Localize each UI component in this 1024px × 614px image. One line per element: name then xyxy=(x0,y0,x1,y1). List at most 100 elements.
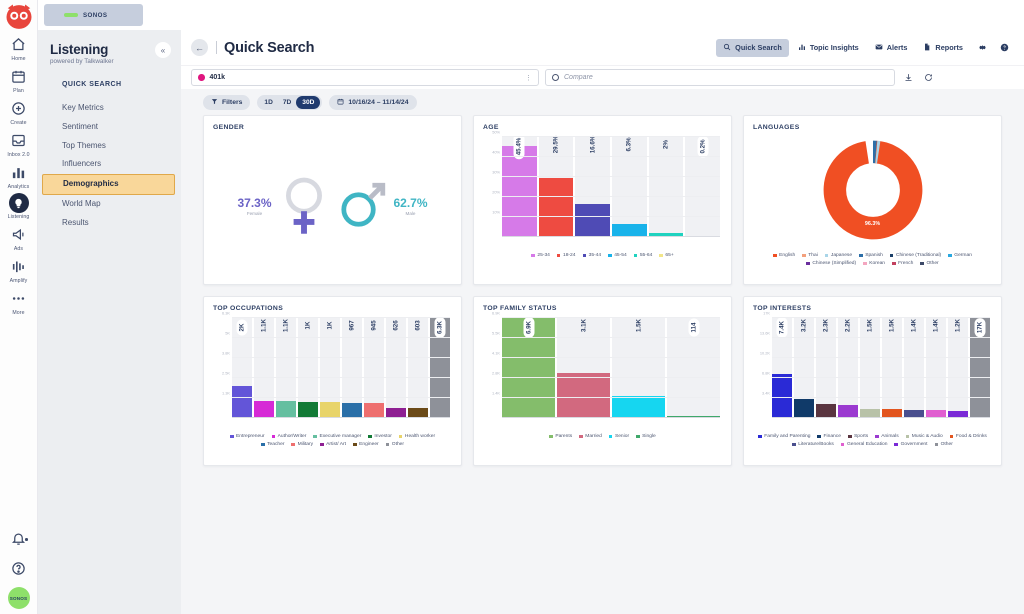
legend-item[interactable]: Senior xyxy=(609,434,629,439)
bar-column[interactable]: 1.5K xyxy=(860,318,880,418)
legend-item[interactable]: Family and Parenting xyxy=(758,434,810,439)
bar-column[interactable]: 6.3K xyxy=(430,318,450,418)
legend-item[interactable]: Music & Audio xyxy=(906,434,943,439)
bar-column[interactable]: 967 xyxy=(342,318,362,418)
rail-item-ads[interactable]: Ads xyxy=(0,223,38,252)
bar-column[interactable]: 1K xyxy=(320,318,340,418)
legend-item[interactable]: Japanese xyxy=(825,253,852,258)
range-30d[interactable]: 30D xyxy=(296,96,320,109)
bar-column[interactable]: 1.1K xyxy=(254,318,274,418)
legend-item[interactable]: 65+ xyxy=(659,253,673,258)
bar-column[interactable]: 45.4% xyxy=(502,137,537,237)
bar-column[interactable]: 1.4K xyxy=(904,318,924,418)
rail-item-listening[interactable]: Listening xyxy=(0,193,38,220)
legend-item[interactable]: Chinese (Simplified) xyxy=(806,261,856,266)
legend-item[interactable]: Entrepreneur xyxy=(230,434,265,439)
bar-column[interactable]: 1K xyxy=(298,318,318,418)
filters-button[interactable]: Filters xyxy=(203,95,250,110)
bar-column[interactable]: 1.4K xyxy=(926,318,946,418)
bar-column[interactable]: 0.2% xyxy=(685,137,720,237)
legend-item[interactable]: 18-24 xyxy=(557,253,576,258)
legend-item[interactable]: Literature/Books xyxy=(792,442,834,447)
legend-item[interactable]: German xyxy=(948,253,972,258)
sidebar-item-world-map[interactable]: World Map xyxy=(38,195,181,214)
rail-item-more[interactable]: More xyxy=(0,287,38,316)
bar-column[interactable]: 114 xyxy=(667,318,720,418)
legend-item[interactable]: Teacher xyxy=(261,442,285,447)
bar-column[interactable]: 3.1K xyxy=(557,318,610,418)
legend-item[interactable]: Food & Drinks xyxy=(950,434,987,439)
rail-item-amplify[interactable]: Amplify xyxy=(0,255,38,284)
bar-column[interactable]: 626 xyxy=(386,318,406,418)
rail-item-analytics[interactable]: Analytics xyxy=(0,161,38,190)
legend-item[interactable]: French xyxy=(892,261,913,266)
rail-item-plan[interactable]: Plan xyxy=(0,65,38,94)
rail-item-create[interactable]: Create xyxy=(0,97,38,126)
legend-item[interactable]: Sports xyxy=(848,434,868,439)
legend-item[interactable]: Engineer xyxy=(353,442,379,447)
sidebar-item-sentiment[interactable]: Sentiment xyxy=(38,118,181,137)
legend-item[interactable]: Other xyxy=(386,442,404,447)
compare-input[interactable]: Compare xyxy=(545,69,895,86)
bar-column[interactable]: 2.2K xyxy=(838,318,858,418)
legend-item[interactable]: Health worker xyxy=(399,434,435,439)
back-button[interactable]: ← xyxy=(191,39,208,56)
range-7d[interactable]: 7D xyxy=(278,95,296,110)
legend-item[interactable]: Artist/ Art xyxy=(320,442,346,447)
legend-item[interactable]: General Education xyxy=(841,442,888,447)
tab-topic-insights[interactable]: Topic Insights xyxy=(791,39,866,57)
bar-column[interactable]: 3.2K xyxy=(794,318,814,418)
search-input[interactable]: 401k ⋮ xyxy=(191,69,539,86)
sidebar-item-key-metrics[interactable]: Key Metrics xyxy=(38,99,181,118)
gear-icon[interactable] xyxy=(972,38,992,58)
bar-column[interactable]: 1.5K xyxy=(882,318,902,418)
sidebar-item-results[interactable]: Results xyxy=(38,214,181,233)
bell-icon[interactable] xyxy=(8,527,30,549)
legend-item[interactable]: 35-44 xyxy=(583,253,602,258)
legend-item[interactable]: Parents xyxy=(549,434,572,439)
workspace-tab-sonos[interactable]: SONOS xyxy=(44,4,143,26)
legend-item[interactable]: Executive manager xyxy=(313,434,361,439)
bar-column[interactable]: 945 xyxy=(364,318,384,418)
legend-item[interactable]: Finance xyxy=(817,434,841,439)
bar-column[interactable]: 16.6% xyxy=(575,137,610,237)
bar-column[interactable]: 1.5K xyxy=(612,318,665,418)
legend-item[interactable]: Thai xyxy=(802,253,818,258)
question-circle-icon[interactable] xyxy=(8,557,30,579)
legend-item[interactable]: 45-54 xyxy=(608,253,627,258)
legend-item[interactable]: Animals xyxy=(875,434,899,439)
bar-column[interactable]: 7.4K xyxy=(772,318,792,418)
sidebar-collapse-button[interactable]: « xyxy=(155,42,171,58)
help-icon[interactable] xyxy=(994,38,1014,58)
legend-item[interactable]: Korean xyxy=(863,261,885,266)
bar-column[interactable]: 2% xyxy=(649,137,684,237)
bar-column[interactable]: 17K xyxy=(970,318,990,418)
legend-item[interactable]: Investor xyxy=(368,434,392,439)
sidebar-item-top-themes[interactable]: Top Themes xyxy=(38,137,181,156)
bar-column[interactable]: 2K xyxy=(232,318,252,418)
sidebar-item-demographics[interactable]: Demographics xyxy=(42,174,175,195)
bar-column[interactable]: 1.1K xyxy=(276,318,296,418)
sidebar-item-influencers[interactable]: Influencers xyxy=(38,155,181,174)
range-1d[interactable]: 1D xyxy=(259,95,277,110)
avatar[interactable]: SONOS xyxy=(8,587,30,609)
download-icon[interactable] xyxy=(901,71,915,85)
bar-column[interactable]: 29.5% xyxy=(539,137,574,237)
legend-item[interactable]: Other xyxy=(935,442,953,447)
tab-alerts[interactable]: Alerts xyxy=(868,39,915,57)
bar-column[interactable]: 6.9K xyxy=(502,318,555,418)
legend-item[interactable]: 25-34 xyxy=(531,253,550,258)
tab-reports[interactable]: Reports xyxy=(916,39,970,57)
date-range-picker[interactable]: 10/16/24 – 11/14/24 xyxy=(329,95,416,110)
rail-item-home[interactable]: Home xyxy=(0,33,38,62)
legend-item[interactable]: 55-64 xyxy=(634,253,653,258)
legend-item[interactable]: Single xyxy=(636,434,656,439)
legend-item[interactable]: Government xyxy=(894,442,927,447)
kebab-menu-icon[interactable]: ⋮ xyxy=(525,74,532,82)
bar-column[interactable]: 603 xyxy=(408,318,428,418)
refresh-icon[interactable] xyxy=(921,71,935,85)
bar-column[interactable]: 2.3K xyxy=(816,318,836,418)
legend-item[interactable]: Chinese (Traditional) xyxy=(890,253,941,258)
bar-column[interactable]: 6.3% xyxy=(612,137,647,237)
tab-quick-search[interactable]: Quick Search xyxy=(716,39,789,57)
